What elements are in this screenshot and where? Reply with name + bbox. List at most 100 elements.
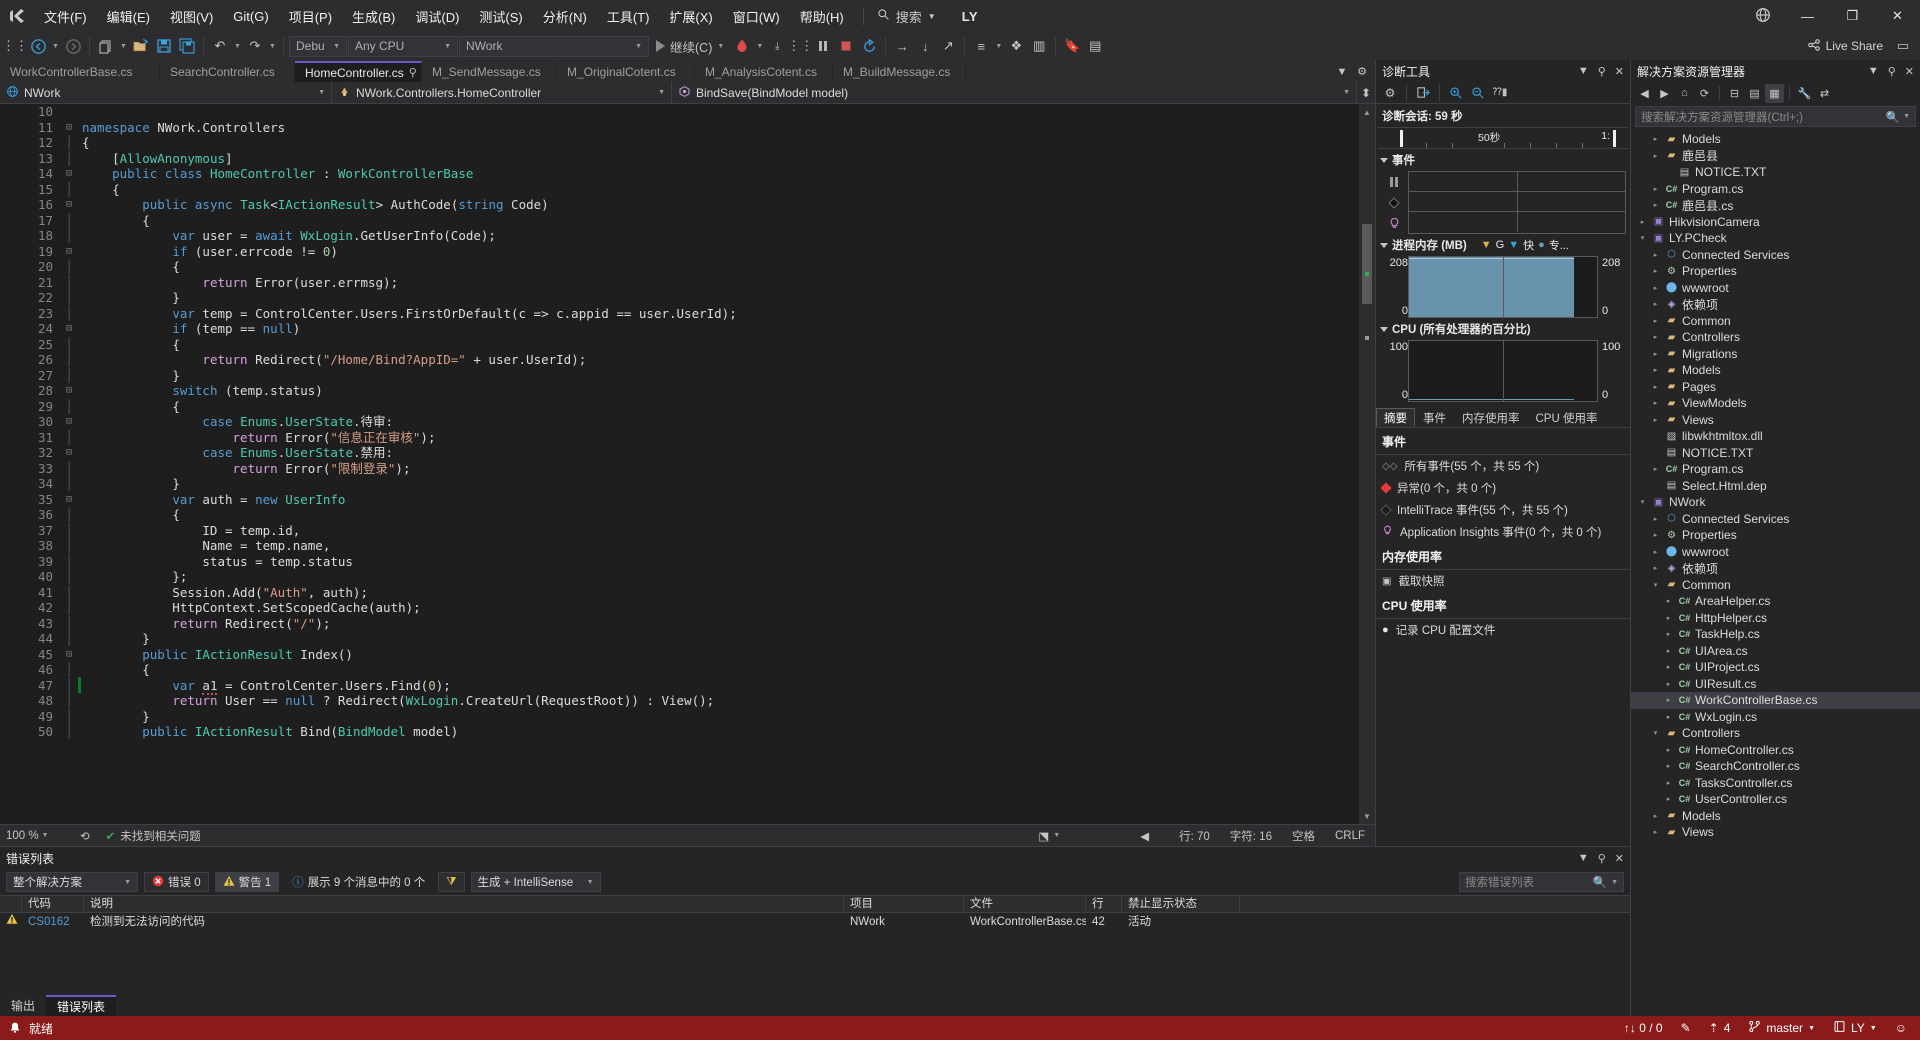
hot-reload-dropdown[interactable]: ▼ bbox=[754, 35, 765, 57]
code-line[interactable]: { bbox=[82, 135, 1359, 151]
forward-icon[interactable]: ▶ bbox=[1655, 84, 1674, 103]
expander-icon[interactable]: ▸ bbox=[1663, 630, 1674, 638]
nav-project-combo[interactable]: NWork ▼ bbox=[0, 81, 332, 104]
chevron-down-icon[interactable]: ▼ bbox=[1578, 852, 1589, 865]
process-icon[interactable]: ❖ bbox=[1005, 35, 1027, 57]
globe-icon[interactable] bbox=[1755, 7, 1771, 26]
code-line[interactable]: Name = temp.name, bbox=[82, 538, 1359, 554]
tree-item[interactable]: ▸ ⬤ wwwroot bbox=[1631, 544, 1920, 561]
fold-toggle[interactable]: ⊟ bbox=[60, 244, 78, 260]
expander-icon[interactable]: ▸ bbox=[1663, 779, 1674, 787]
code-line[interactable]: } bbox=[82, 290, 1359, 306]
repo-item[interactable]: LY ▼ bbox=[1824, 1016, 1886, 1040]
new-item-icon[interactable] bbox=[95, 35, 117, 57]
table-row[interactable]: CS0162 检测到无法访问的代码 NWork WorkControllerBa… bbox=[0, 913, 1630, 931]
tree-item[interactable]: ▸ ▰ Pages bbox=[1631, 379, 1920, 396]
code-line[interactable]: var auth = new UserInfo bbox=[82, 492, 1359, 508]
code-line[interactable]: } bbox=[82, 631, 1359, 647]
dtab-cpu[interactable]: CPU 使用率 bbox=[1528, 408, 1606, 427]
save-icon[interactable] bbox=[153, 35, 175, 57]
tree-item[interactable]: ▸ C# TasksController.cs bbox=[1631, 775, 1920, 792]
code-line[interactable]: [AllowAnonymous] bbox=[82, 151, 1359, 167]
view-code-icon[interactable]: ▦ bbox=[1765, 83, 1784, 103]
fold-toggle[interactable]: ⊟ bbox=[60, 120, 78, 136]
tree-item[interactable]: ▸ ⬡ Connected Services bbox=[1631, 511, 1920, 528]
menu-git[interactable]: Git(G) bbox=[223, 5, 278, 28]
scope-combo[interactable]: 整个解决方案 ▼ bbox=[6, 872, 138, 892]
feedback-icon[interactable]: ▭ bbox=[1892, 35, 1914, 57]
expander-icon[interactable]: ▸ bbox=[1663, 663, 1674, 671]
col-suppression[interactable]: 禁止显示状态 bbox=[1122, 895, 1240, 913]
tree-item[interactable]: ▸ C# UIResult.cs bbox=[1631, 676, 1920, 693]
expander-icon[interactable]: ▸ bbox=[1650, 564, 1661, 572]
step-out-icon[interactable]: ↗ bbox=[937, 35, 959, 57]
branch-item[interactable]: master ▼ bbox=[1739, 1016, 1824, 1040]
diagnostic-timeline-ruler[interactable]: 50秒 1: bbox=[1378, 127, 1628, 149]
code-line[interactable]: case Enums.UserState.禁用: bbox=[82, 445, 1359, 461]
toolbar-grip-icon[interactable]: ⋮⋮ bbox=[2, 35, 28, 57]
fold-toggle[interactable]: ⊟ bbox=[60, 647, 78, 663]
code-line[interactable]: { bbox=[82, 213, 1359, 229]
menu-view[interactable]: 视图(V) bbox=[160, 3, 223, 30]
expander-icon[interactable]: ▸ bbox=[1650, 383, 1661, 391]
code-line[interactable]: public IActionResult Bind(BindModel mode… bbox=[82, 724, 1359, 740]
tree-item[interactable]: ▸ ▰ Models bbox=[1631, 808, 1920, 825]
tree-item[interactable]: ▸ C# WorkControllerBase.cs bbox=[1631, 692, 1920, 709]
issue-nav-icon[interactable]: ⟲ bbox=[74, 829, 96, 843]
menu-extensions[interactable]: 扩展(X) bbox=[659, 3, 722, 30]
code-line[interactable]: return Redirect("/Home/Bind?AppID=" + us… bbox=[82, 352, 1359, 368]
restart-icon[interactable] bbox=[858, 35, 880, 57]
navigate-back-dropdown[interactable]: ▼ bbox=[50, 35, 61, 57]
menu-edit[interactable]: 编辑(E) bbox=[97, 3, 160, 30]
split-editor-icon[interactable]: ⬍ bbox=[1357, 86, 1375, 100]
events-track[interactable] bbox=[1408, 171, 1626, 234]
expander-icon[interactable]: ▸ bbox=[1650, 399, 1661, 407]
expander-icon[interactable]: ▸ bbox=[1637, 218, 1648, 226]
tree-item[interactable]: ▤ NOTICE.TXT bbox=[1631, 164, 1920, 181]
open-file-icon[interactable] bbox=[130, 35, 152, 57]
expander-icon[interactable]: ▸ bbox=[1650, 251, 1661, 259]
back-icon[interactable]: ◀ bbox=[1635, 84, 1654, 103]
code-folding-column[interactable]: ⊟ │ │ ⊟ │ ⊟ │ │ ⊟ │ │ │ │ ⊟ │ │ │ ⊟ │ ⊟ │ ⊟ │ │ ⊟ │ │ │ │ │ │ │ │ │ ⊟ │ │ │ │ │ bbox=[60, 104, 78, 824]
code-line[interactable]: var a1 = ControlCenter.Users.Find(0); bbox=[82, 677, 1359, 695]
breakpoint-gutter[interactable] bbox=[0, 104, 14, 824]
tree-item[interactable]: ▸ ◈ 依赖项 bbox=[1631, 296, 1920, 313]
zoom-control[interactable]: 100 % ▼ bbox=[0, 830, 74, 842]
expander-icon[interactable]: ▸ bbox=[1650, 317, 1661, 325]
tree-item[interactable]: ▨ libwkhtmltox.dll bbox=[1631, 428, 1920, 445]
tree-item[interactable]: ▸ ▰ ViewModels bbox=[1631, 395, 1920, 412]
dtab-summary[interactable]: 摘要 bbox=[1376, 408, 1415, 427]
code-line[interactable]: { bbox=[82, 507, 1359, 523]
tree-item[interactable]: ▸ ▰ Models bbox=[1631, 362, 1920, 379]
menu-analyze[interactable]: 分析(N) bbox=[533, 3, 597, 30]
summary-record-cpu-row[interactable]: ● 记录 CPU 配置文件 bbox=[1376, 619, 1630, 641]
messages-filter-chip[interactable]: ⓘ 展示 9 个消息中的 0 个 bbox=[285, 872, 432, 892]
cpu-section-header[interactable]: CPU (所有处理器的百分比) bbox=[1376, 318, 1630, 340]
code-line[interactable]: return Error(user.errmsg); bbox=[82, 275, 1359, 291]
col-description[interactable]: 说明 bbox=[84, 895, 844, 913]
menu-debug[interactable]: 调试(D) bbox=[405, 3, 469, 30]
memory-chart[interactable]: 208 0 208 0 bbox=[1380, 256, 1626, 318]
col-code[interactable]: 代码 bbox=[22, 895, 84, 913]
hot-reload-settings-icon[interactable]: ⤓ bbox=[766, 35, 788, 57]
step-into-icon[interactable]: ↓ bbox=[914, 35, 936, 57]
expander-icon[interactable]: ▸ bbox=[1650, 531, 1661, 539]
expander-icon[interactable]: ▸ bbox=[1650, 366, 1661, 374]
code-line[interactable]: } bbox=[82, 709, 1359, 725]
tab-msendmessage[interactable]: M_SendMessage.cs bbox=[422, 61, 557, 82]
tree-item[interactable]: ▸ C# Program.cs bbox=[1631, 461, 1920, 478]
zoom-out-icon[interactable] bbox=[1468, 83, 1488, 103]
summary-snapshot-row[interactable]: ▣ 截取快照 bbox=[1376, 570, 1630, 592]
close-icon[interactable]: ✕ bbox=[1615, 852, 1624, 865]
memory-section-header[interactable]: 进程内存 (MB) ▼ G ▼ 快 ● 专... bbox=[1376, 234, 1630, 256]
expander-icon[interactable]: ▾ bbox=[1650, 581, 1661, 589]
expander-icon[interactable]: ▸ bbox=[1650, 333, 1661, 341]
tree-item[interactable]: ▸ ⬤ wwwroot bbox=[1631, 280, 1920, 297]
code-line[interactable]: { bbox=[82, 662, 1359, 678]
live-share-button[interactable]: Live Share bbox=[1799, 38, 1891, 55]
hot-reload-icon[interactable] bbox=[731, 35, 753, 57]
code-line[interactable]: ID = temp.id, bbox=[82, 523, 1359, 539]
tree-item[interactable]: ▸ ▰ Views bbox=[1631, 412, 1920, 429]
expander-icon[interactable]: ▸ bbox=[1650, 267, 1661, 275]
pin-icon[interactable]: ⚲ bbox=[1598, 852, 1606, 865]
